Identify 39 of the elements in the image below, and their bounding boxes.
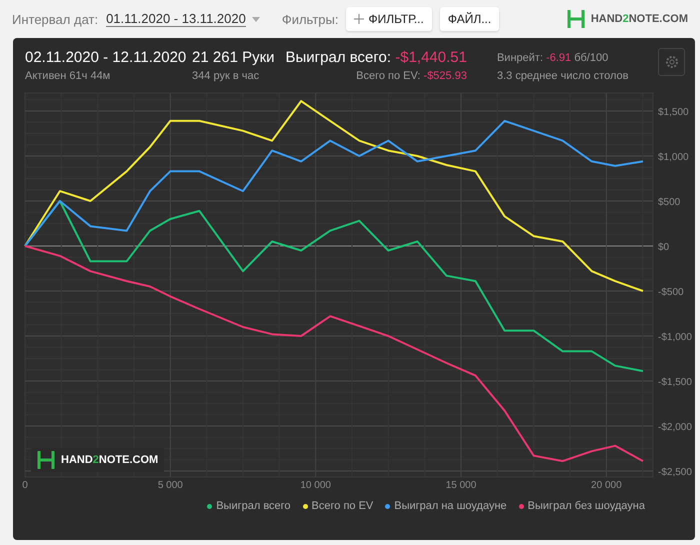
logo-icon	[37, 450, 55, 470]
logo-text: HAND2NOTE.COM	[61, 454, 158, 466]
active-time: Активен 61ч 44м	[25, 69, 110, 84]
axis-label: $0	[658, 242, 670, 253]
caret-icon	[252, 16, 260, 22]
settings-icon	[664, 55, 679, 69]
axis-label: 5 000	[158, 480, 183, 491]
axis-label: -$2,500	[658, 466, 692, 478]
tables-average: 3.3 среднее число столов	[496, 69, 628, 84]
axis-label: -$1,000	[658, 332, 692, 343]
settings-button[interactable]	[658, 48, 685, 76]
legend-item[interactable]: Выиграл без шоудауна	[518, 500, 645, 512]
hands-count: 21 261 Руки	[192, 48, 275, 68]
axis-label: 10 000	[300, 480, 331, 491]
ev-total: Всего по EV: -$525.93	[356, 69, 467, 84]
date-range-dropdown[interactable]: 01.11.2020 - 13.11.2020	[106, 11, 260, 27]
legend-item[interactable]: Всего по EV	[302, 500, 374, 512]
axis-label: $1,500	[658, 107, 689, 118]
total-won: Выиграл всего: -$1,440.51	[286, 48, 467, 68]
plus-icon	[354, 14, 364, 24]
axis-label: -$500	[658, 286, 684, 298]
file-button[interactable]: ФАЙЛ...	[440, 7, 500, 31]
axis-label: 20 000	[591, 480, 622, 491]
logo-icon	[566, 9, 585, 29]
axis-label: 0	[22, 480, 28, 491]
date-label: Интервал дат:	[12, 12, 98, 26]
axis-label: $1,000	[658, 152, 689, 163]
logo-text: HAND2NOTE.COM	[590, 13, 688, 25]
add-filter-button[interactable]: ФИЛЬТР...	[346, 7, 432, 31]
axis-label: 15 000	[446, 480, 476, 491]
period-text: 02.11.2020 - 12.11.2020	[25, 48, 186, 68]
hands-per-hour: 344 рук в час	[192, 69, 260, 84]
axis-label: -$2,000	[658, 422, 692, 433]
filters-label: Фильтры:	[282, 12, 338, 26]
winrate: Винрейт: -6.91 бб/100	[496, 51, 608, 66]
legend-item[interactable]: Выиграл всего	[207, 500, 291, 512]
axis-label: -$1,500	[658, 376, 692, 388]
axis-label: $500	[658, 197, 680, 208]
legend-item[interactable]: Выиграл на шоудауне	[385, 500, 507, 512]
